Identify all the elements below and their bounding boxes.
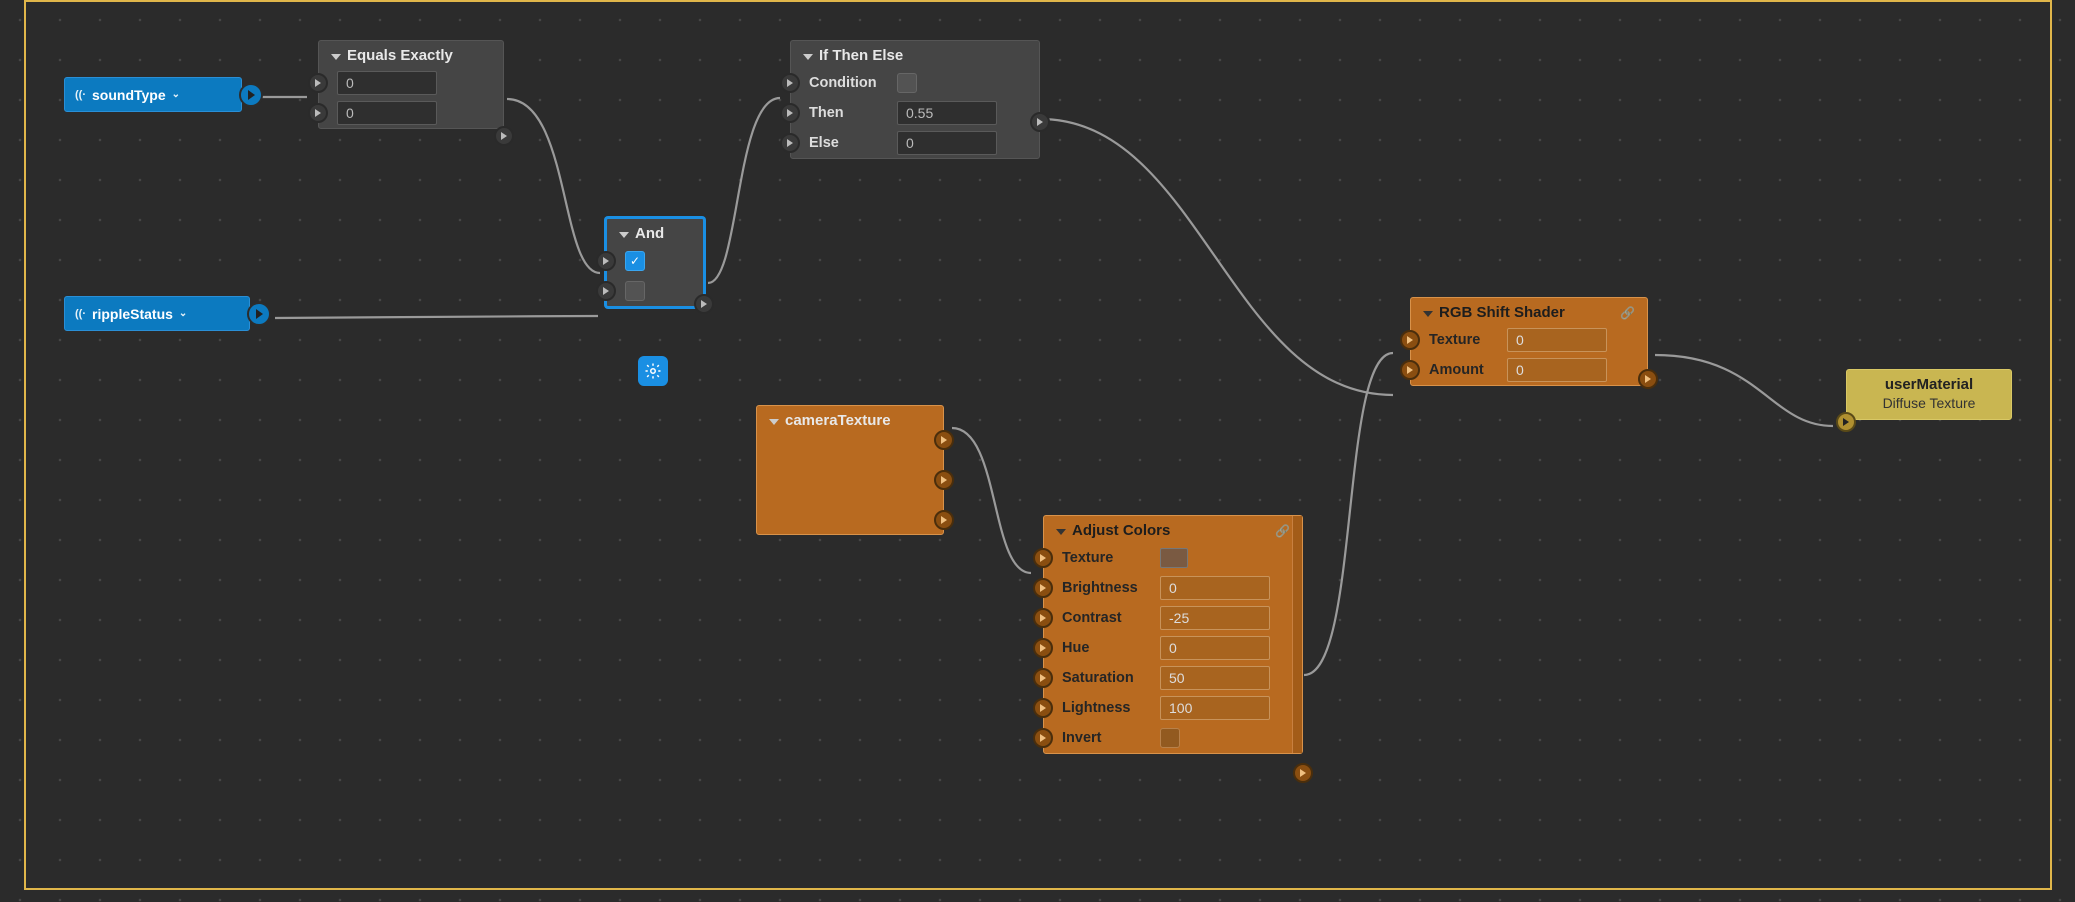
collapse-caret-icon[interactable]	[803, 47, 813, 64]
invert-checkbox[interactable]	[1160, 728, 1180, 748]
texture-swatch[interactable]	[1160, 548, 1188, 568]
then-label: Then	[809, 105, 889, 121]
collapse-caret-icon[interactable]	[1056, 522, 1066, 539]
output-port[interactable]	[1293, 763, 1313, 783]
node-title-text: cameraTexture	[785, 412, 891, 429]
signal-icon: ((·	[75, 89, 86, 101]
variable-label: rippleStatus	[92, 306, 173, 322]
node-user-material[interactable]: userMaterial Diffuse Texture	[1846, 369, 2012, 420]
node-title-text: RGB Shift Shader	[1439, 304, 1565, 321]
hue-value[interactable]: 0	[1160, 636, 1270, 660]
output-port-3[interactable]	[934, 510, 954, 530]
output-port[interactable]	[239, 83, 263, 107]
input-port-contrast[interactable]	[1033, 608, 1053, 628]
else-label: Else	[809, 135, 889, 151]
node-adjust-colors[interactable]: Adjust Colors 🔗 Texture Brightness 0 Con…	[1043, 515, 1303, 754]
input-port-saturation[interactable]	[1033, 668, 1053, 688]
input-port-hue[interactable]	[1033, 638, 1053, 658]
node-if-then-else[interactable]: If Then Else Condition Then 0.55 Else 0	[790, 40, 1040, 159]
output-port[interactable]	[247, 302, 271, 326]
node-title-text: Equals Exactly	[347, 47, 453, 64]
condition-checkbox[interactable]	[897, 73, 917, 93]
input-port-condition[interactable]	[780, 73, 800, 93]
hue-label: Hue	[1062, 640, 1152, 656]
output-port[interactable]	[494, 126, 514, 146]
input-port-b[interactable]	[308, 103, 328, 123]
input-port-diffuse[interactable]	[1836, 412, 1856, 432]
link-icon[interactable]: 🔗	[1620, 306, 1635, 320]
contrast-value[interactable]: -25	[1160, 606, 1270, 630]
input-port-a[interactable]	[596, 251, 616, 271]
value-a[interactable]: 0	[337, 71, 437, 95]
link-icon[interactable]: 🔗	[1275, 524, 1290, 538]
signal-icon: ((·	[75, 308, 86, 320]
lightness-value[interactable]: 100	[1160, 696, 1270, 720]
texture-label: Texture	[1429, 332, 1499, 348]
chevron-down-icon: ⌄	[179, 308, 187, 319]
gear-icon[interactable]	[638, 356, 668, 386]
input-port-b[interactable]	[596, 281, 616, 301]
input-port-texture[interactable]	[1033, 548, 1053, 568]
collapse-caret-icon[interactable]	[1423, 304, 1433, 321]
variable-node-soundtype[interactable]: ((· soundType ⌄	[64, 77, 242, 112]
brightness-label: Brightness	[1062, 580, 1152, 596]
invert-label: Invert	[1062, 730, 1152, 746]
node-rgb-shift-shader[interactable]: RGB Shift Shader 🔗 Texture 0 Amount 0	[1410, 297, 1648, 386]
checkbox-b[interactable]	[625, 281, 645, 301]
node-and[interactable]: And ✓	[605, 217, 705, 308]
node-equals-exactly[interactable]: Equals Exactly 0 0	[318, 40, 504, 129]
input-port-texture[interactable]	[1400, 330, 1420, 350]
input-port-then[interactable]	[780, 103, 800, 123]
variable-node-ripplestatus[interactable]: ((· rippleStatus ⌄	[64, 296, 250, 331]
node-title-text: Adjust Colors	[1072, 522, 1170, 539]
input-port-a[interactable]	[308, 73, 328, 93]
collapse-caret-icon[interactable]	[619, 225, 629, 242]
value-b[interactable]: 0	[337, 101, 437, 125]
variable-label: soundType	[92, 87, 166, 103]
node-title-text: And	[635, 225, 664, 242]
collapse-caret-icon[interactable]	[331, 47, 341, 64]
else-value[interactable]: 0	[897, 131, 997, 155]
input-port-brightness[interactable]	[1033, 578, 1053, 598]
node-subtitle: Diffuse Texture	[1847, 395, 2011, 419]
saturation-label: Saturation	[1062, 670, 1152, 686]
output-port-2[interactable]	[934, 470, 954, 490]
contrast-label: Contrast	[1062, 610, 1152, 626]
input-port-amount[interactable]	[1400, 360, 1420, 380]
node-title-text: If Then Else	[819, 47, 903, 64]
input-port-else[interactable]	[780, 133, 800, 153]
checkbox-a[interactable]: ✓	[625, 251, 645, 271]
input-port-invert[interactable]	[1033, 728, 1053, 748]
node-title-text: userMaterial	[1847, 370, 2011, 395]
texture-value[interactable]: 0	[1507, 328, 1607, 352]
node-camera-texture[interactable]: cameraTexture	[756, 405, 944, 535]
input-port-lightness[interactable]	[1033, 698, 1053, 718]
texture-label: Texture	[1062, 550, 1152, 566]
saturation-value[interactable]: 50	[1160, 666, 1270, 690]
amount-value[interactable]: 0	[1507, 358, 1607, 382]
output-port-1[interactable]	[934, 430, 954, 450]
brightness-value[interactable]: 0	[1160, 576, 1270, 600]
condition-label: Condition	[809, 75, 889, 91]
collapse-caret-icon[interactable]	[769, 412, 779, 429]
lightness-label: Lightness	[1062, 700, 1152, 716]
chevron-down-icon: ⌄	[172, 89, 180, 100]
then-value[interactable]: 0.55	[897, 101, 997, 125]
amount-label: Amount	[1429, 362, 1499, 378]
